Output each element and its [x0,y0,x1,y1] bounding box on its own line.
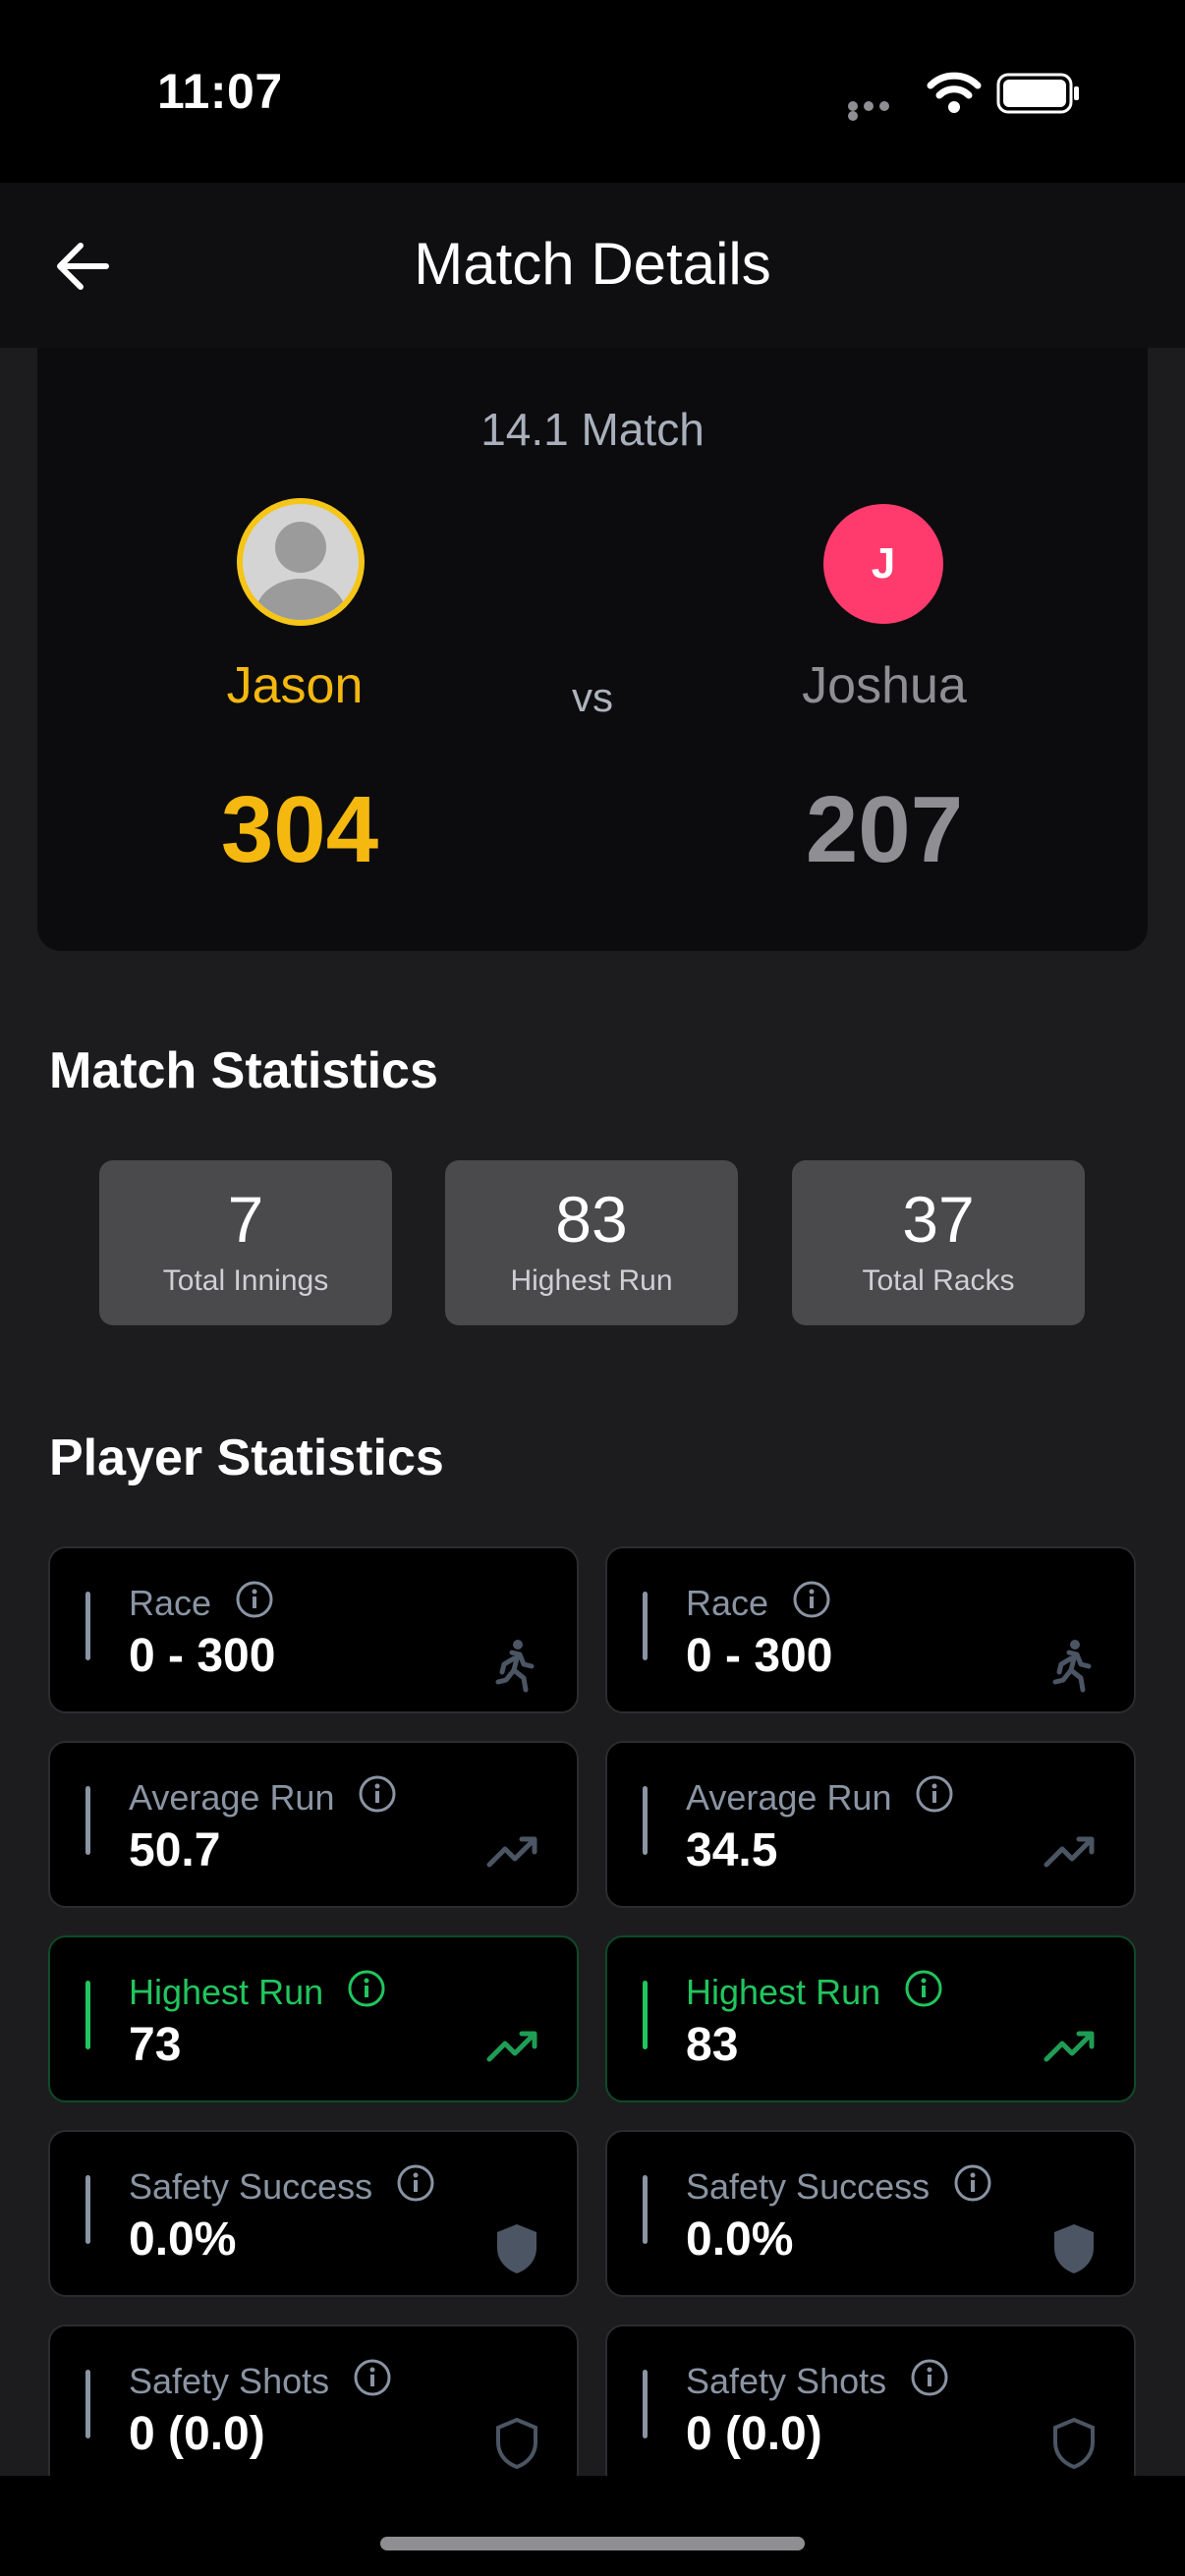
player-right-name: Joshua [802,657,967,714]
avatar-player-left[interactable] [237,498,365,626]
accent-bar [643,2370,648,2438]
info-icon[interactable] [353,2358,392,2397]
card-label: Average Run [129,1777,335,1818]
accent-bar [643,2175,648,2244]
card-value: 83 [686,2019,739,2071]
battery-icon [996,73,1079,114]
trend-icon [1044,2031,1095,2062]
stat-label: Total Innings [162,1264,329,1297]
accent-bar [85,2175,90,2244]
stat-card-race-left[interactable]: Race 0 - 300 [48,1546,579,1713]
vs-label: vs [572,674,613,720]
info-icon[interactable] [792,1580,831,1619]
stat-value: 37 [902,1183,975,1256]
accent-bar [85,1592,90,1660]
player-left-score: 304 [220,777,379,882]
stat-value: 7 [227,1183,264,1256]
card-value: 73 [129,2019,182,2071]
trend-icon [486,2031,537,2062]
card-label: Race [129,1583,212,1623]
cellular-dots-icon [848,101,907,121]
accent-bar [85,2370,90,2438]
card-value: 0 - 300 [686,1630,833,1682]
stat-total-innings: 7 Total Innings [99,1160,392,1325]
card-value: 0.0% [129,2213,237,2266]
trend-icon [486,1836,537,1868]
card-value: 0 - 300 [129,1630,276,1682]
shield-filled-icon [1054,2224,1094,2273]
card-value: 50.7 [129,1824,221,1876]
stat-card-average-run-left[interactable]: Average Run 50.7 [48,1741,579,1908]
card-value: 0.0% [686,2213,794,2266]
stat-card-highest-run-left[interactable]: Highest Run 73 [48,1935,579,2102]
accent-bar [643,1786,648,1855]
status-time: 11:07 [157,64,283,119]
card-label: Race [686,1583,769,1623]
card-label: Highest Run [129,1972,324,2012]
stat-card-safety-success-left[interactable]: Safety Success 0.0% [48,2130,579,2297]
stat-label: Highest Run [510,1264,673,1297]
card-label: Average Run [686,1777,892,1818]
person-placeholder-icon [255,522,346,620]
stat-card-safety-shots-left[interactable]: Safety Shots 0 (0.0) [48,2324,579,2492]
stat-total-racks: 37 Total Racks [792,1160,1085,1325]
stat-card-safety-success-right[interactable]: Safety Success 0.0% [605,2130,1136,2297]
home-indicator[interactable] [380,2537,805,2550]
accent-bar [85,1981,90,2049]
stat-label: Total Racks [862,1264,1015,1297]
shield-outline-icon [1053,2417,1095,2470]
match-type: 14.1 Match [480,404,705,455]
trend-icon [1044,1836,1095,1868]
info-icon[interactable] [915,1774,954,1814]
accent-bar [643,1981,648,2049]
stat-card-average-run-right[interactable]: Average Run 34.5 [605,1741,1136,1908]
player-left-name: Jason [226,657,364,714]
match-statistics-title: Match Statistics [49,1042,438,1099]
player-statistics-title: Player Statistics [49,1429,444,1486]
info-icon[interactable] [235,1580,274,1619]
page-title: Match Details [414,231,771,297]
avatar-player-right[interactable]: J [823,504,943,624]
player-right-score: 207 [805,777,964,882]
stat-highest-run: 83 Highest Run [445,1160,738,1325]
card-label: Highest Run [686,1972,881,2012]
info-icon[interactable] [358,1774,397,1814]
accent-bar [85,1786,90,1855]
shield-outline-icon [496,2417,537,2470]
shield-filled-icon [497,2224,536,2273]
stat-card-race-right[interactable]: Race 0 - 300 [605,1546,1136,1713]
accent-bar [643,1592,648,1660]
bottom-safe-area [0,2476,1185,2576]
info-icon[interactable] [347,1969,386,2008]
info-icon[interactable] [910,2358,949,2397]
card-label: Safety Shots [686,2361,887,2401]
run-icon [1052,1640,1092,1693]
card-value: 0 (0.0) [686,2408,822,2460]
stat-card-safety-shots-right[interactable]: Safety Shots 0 (0.0) [605,2324,1136,2492]
info-icon[interactable] [953,2163,992,2203]
card-value: 34.5 [686,1824,778,1876]
card-value: 0 (0.0) [129,2408,265,2460]
card-label: Safety Success [129,2166,373,2207]
wifi-icon [927,72,982,113]
run-icon [495,1640,535,1693]
info-icon[interactable] [396,2163,435,2203]
stat-card-highest-run-right[interactable]: Highest Run 83 [605,1935,1136,2102]
card-label: Safety Shots [129,2361,330,2401]
card-label: Safety Success [686,2166,931,2207]
stat-value: 83 [555,1183,628,1256]
info-icon[interactable] [904,1969,943,2008]
